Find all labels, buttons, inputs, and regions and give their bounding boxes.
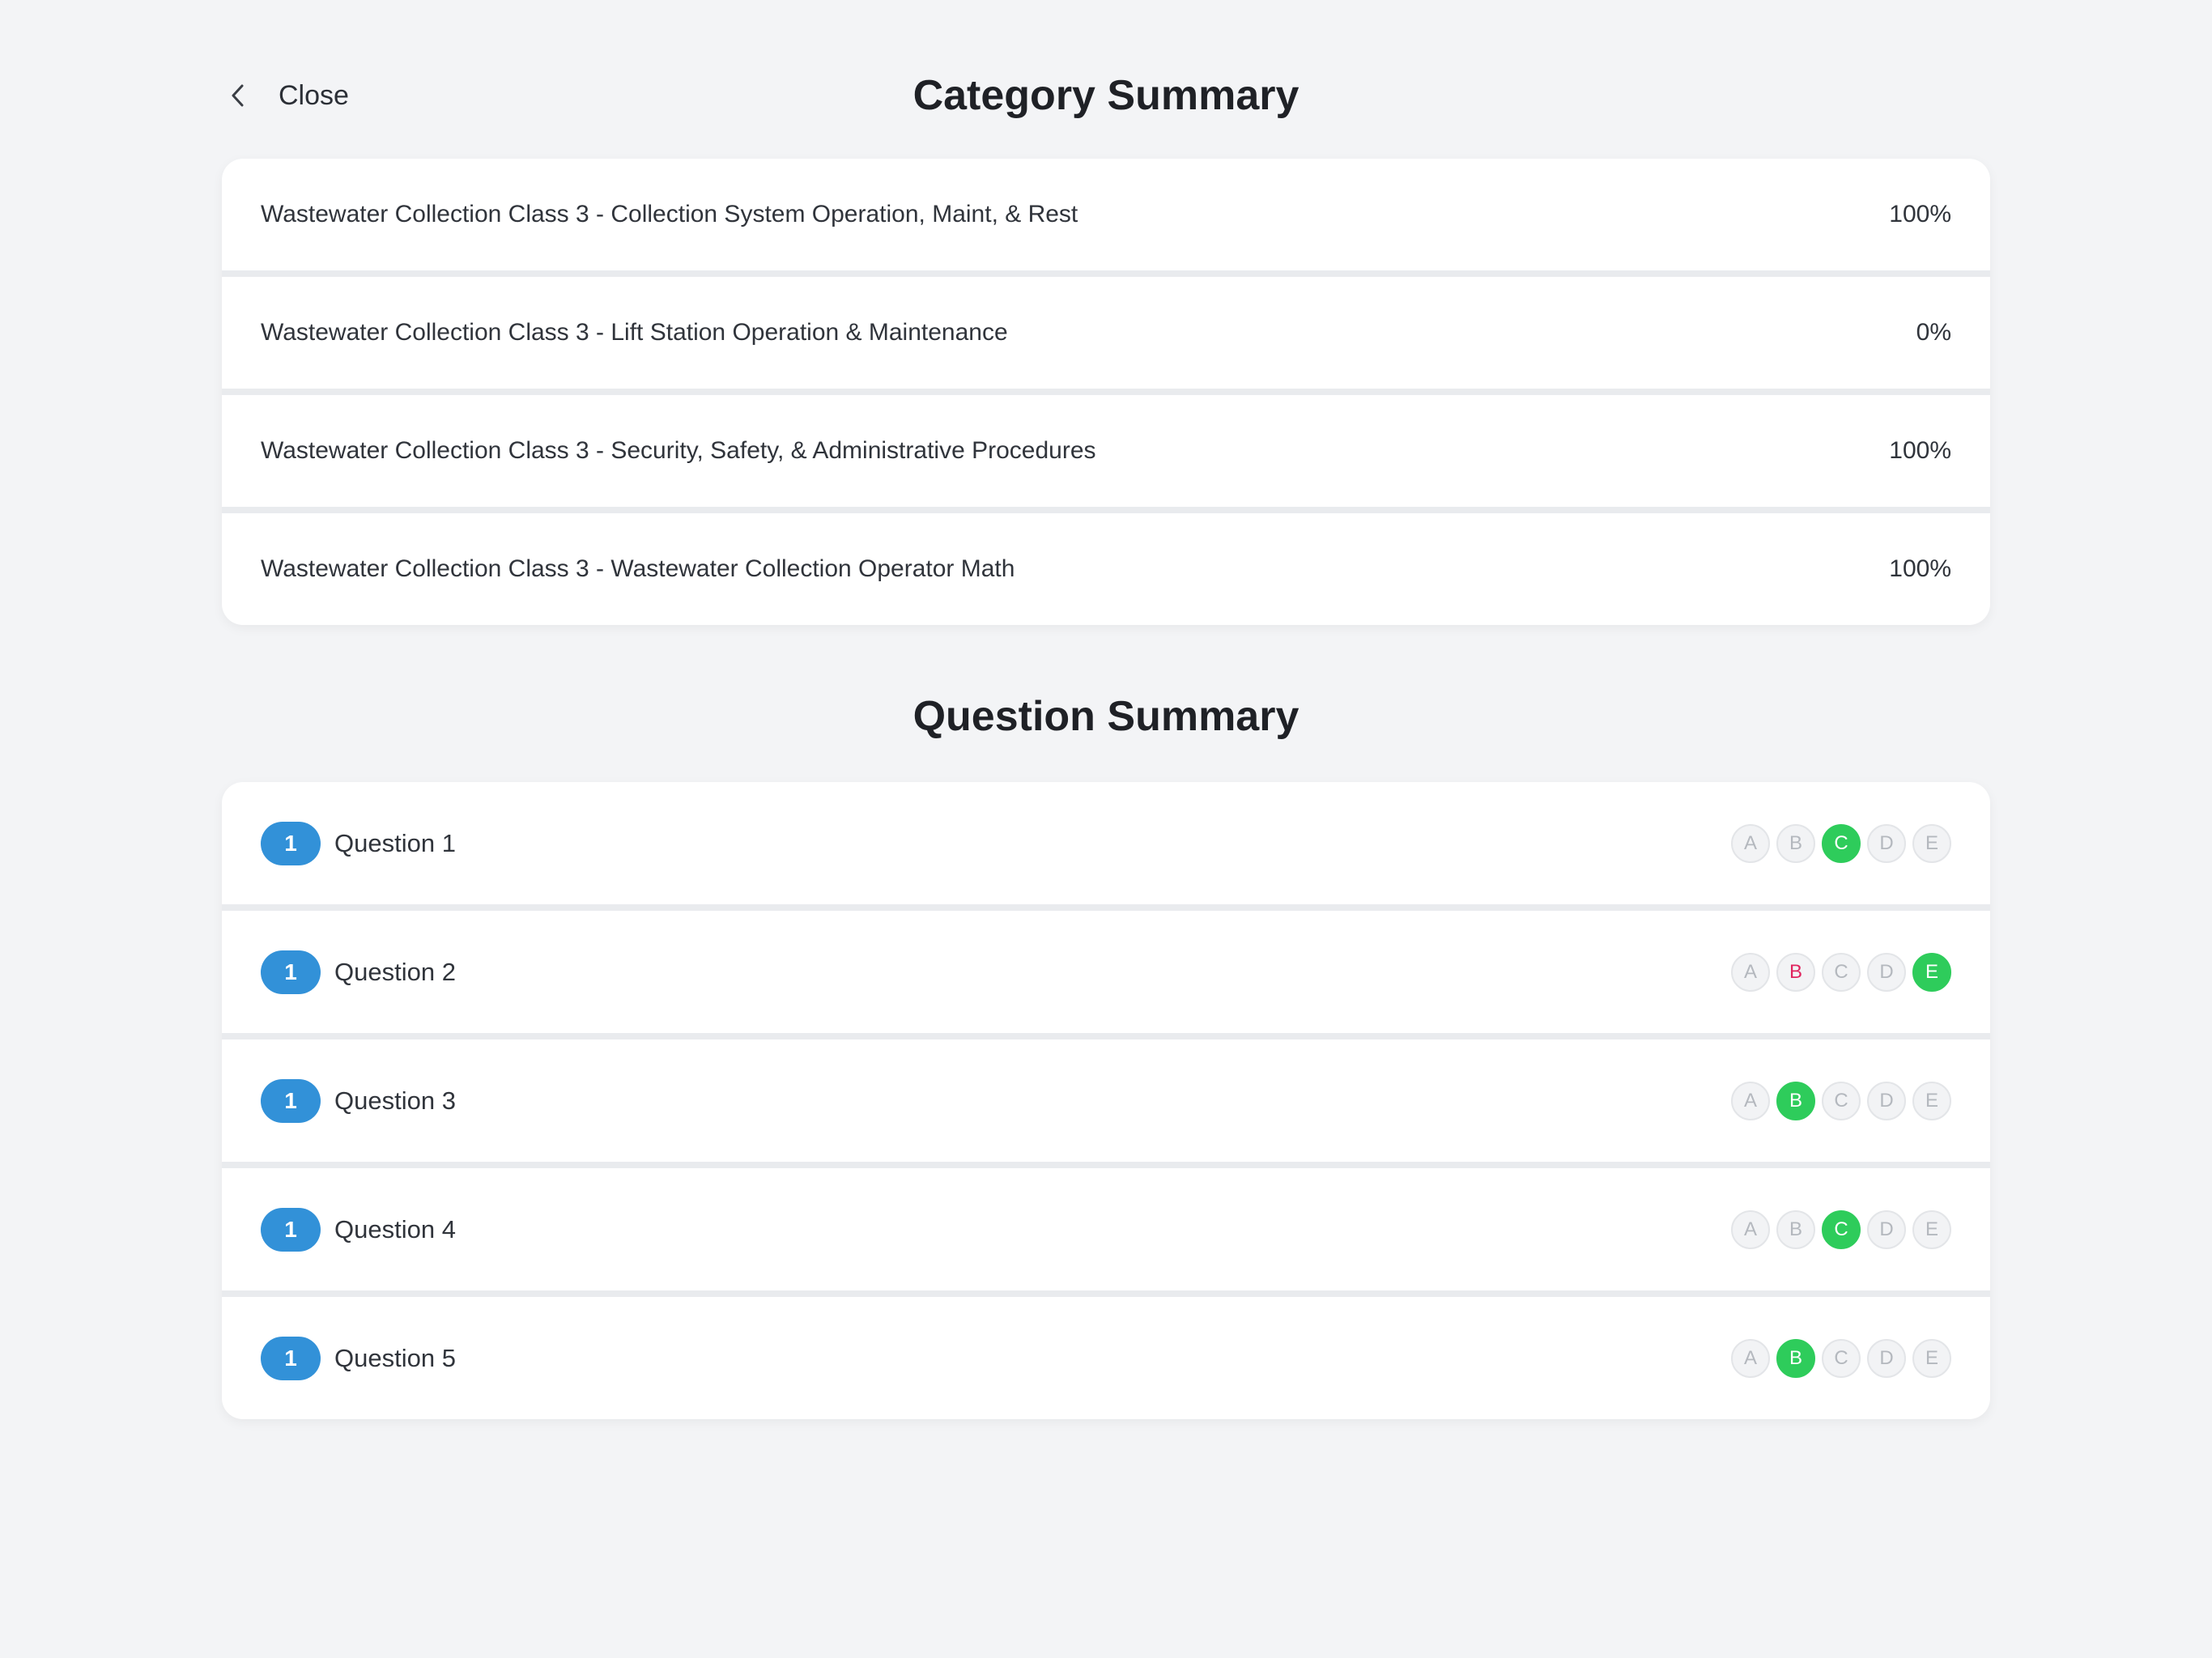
- answer-options: ABCDE: [1731, 952, 1951, 992]
- answer-option-a: A: [1731, 1081, 1770, 1120]
- category-name: Wastewater Collection Class 3 - Security…: [261, 437, 1096, 464]
- answer-option-d: D: [1867, 823, 1906, 863]
- question-badge: 1: [261, 1078, 321, 1123]
- question-row[interactable]: 1 Question 3 ABCDE: [222, 1039, 1990, 1162]
- question-label: Question 2: [334, 957, 456, 986]
- answer-option-d: D: [1867, 1081, 1906, 1120]
- answer-options: ABCDE: [1731, 1081, 1951, 1120]
- answer-options: ABCDE: [1731, 1338, 1951, 1378]
- category-percent: 100%: [1889, 437, 1951, 464]
- answer-option-a: A: [1731, 1338, 1770, 1378]
- category-row: Wastewater Collection Class 3 - Security…: [222, 395, 1990, 507]
- question-info: 1 Question 4: [261, 1207, 456, 1252]
- answer-options: ABCDE: [1731, 823, 1951, 863]
- section-title: Question Summary: [912, 693, 1300, 740]
- question-label: Question 4: [334, 1214, 456, 1244]
- answer-option-c: C: [1822, 1209, 1861, 1249]
- question-list: 1 Question 1 A B C D E 1 Question 2 A B C D E 1 Questio…: [222, 782, 1990, 1419]
- category-list: Wastewater Collection Class 3 - Collecti…: [222, 159, 1990, 625]
- answer-option-d: D: [1867, 952, 1906, 992]
- answer-option-e: E: [1912, 1081, 1951, 1120]
- answer-option-b: B: [1776, 1338, 1815, 1378]
- category-row: Wastewater Collection Class 3 - Lift Sta…: [222, 277, 1990, 389]
- question-info: 1 Question 5: [261, 1336, 456, 1380]
- question-row[interactable]: 1 Question 5 ABCDE: [222, 1297, 1990, 1419]
- answer-option-b: B: [1776, 952, 1815, 992]
- question-badge: 1: [261, 950, 321, 994]
- category-percent: 100%: [1889, 201, 1951, 227]
- answer-option-c: C: [1822, 952, 1861, 992]
- answer-option-e: E: [1912, 823, 1951, 863]
- category-percent: 0%: [1916, 319, 1951, 346]
- answer-option-b: B: [1776, 823, 1815, 863]
- page-title: Category Summary: [912, 72, 1300, 119]
- answer-option-c: C: [1822, 1081, 1861, 1120]
- question-row[interactable]: 1 Question 2 ABCDE: [222, 911, 1990, 1033]
- answer-option-a: A: [1731, 823, 1770, 863]
- answer-option-b: B: [1776, 1081, 1815, 1120]
- answer-option-c: C: [1822, 823, 1861, 863]
- answer-option-c: C: [1822, 1338, 1861, 1378]
- header: Close Category Summary: [222, 63, 1990, 128]
- question-label: Question 3: [334, 1086, 456, 1115]
- question-row[interactable]: 1 Question 1 ABCDE: [222, 782, 1990, 904]
- category-name: Wastewater Collection Class 3 - Collecti…: [261, 201, 1078, 227]
- answer-option-e: E: [1912, 1209, 1951, 1249]
- question-badge: 1: [261, 821, 321, 865]
- category-row: Wastewater Collection Class 3 - Wastewat…: [222, 513, 1990, 625]
- answer-option-e: E: [1912, 1338, 1951, 1378]
- question-row[interactable]: 1 Question 4 ABCDE: [222, 1168, 1990, 1290]
- question-label: Question 1: [334, 828, 456, 857]
- answer-option-d: D: [1867, 1338, 1906, 1378]
- category-name: Wastewater Collection Class 3 - Wastewat…: [261, 555, 1015, 582]
- category-name: Wastewater Collection Class 3 - Lift Sta…: [261, 319, 1008, 346]
- answer-options: ABCDE: [1731, 1209, 1951, 1249]
- answer-option-a: A: [1731, 1209, 1770, 1249]
- answer-option-e: E: [1912, 952, 1951, 992]
- question-badge: 1: [261, 1207, 321, 1252]
- question-info: 1 Question 2: [261, 950, 456, 994]
- question-label: Question 5: [334, 1343, 456, 1372]
- answer-option-d: D: [1867, 1209, 1906, 1249]
- category-percent: 100%: [1889, 555, 1951, 582]
- answer-option-b: B: [1776, 1209, 1815, 1249]
- category-row: Wastewater Collection Class 3 - Collecti…: [222, 159, 1990, 270]
- question-info: 1 Question 3: [261, 1078, 456, 1123]
- question-info: 1 Question 1: [261, 821, 456, 865]
- answer-option-a: A: [1731, 952, 1770, 992]
- question-badge: 1: [261, 1336, 321, 1380]
